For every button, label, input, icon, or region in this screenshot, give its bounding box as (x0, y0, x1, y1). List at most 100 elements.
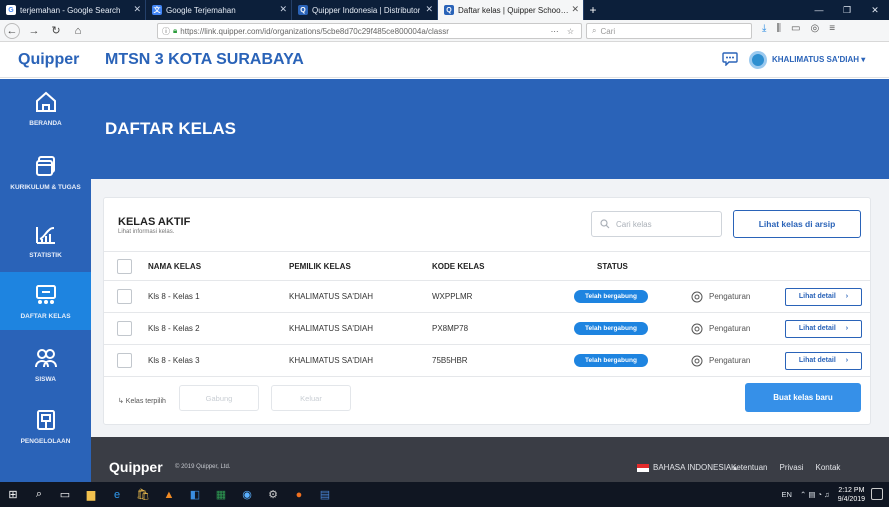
column-header[interactable]: NAMA KELAS (148, 262, 201, 271)
vlc-icon[interactable]: ▲ (156, 482, 182, 507)
sidebar-toggle-icon[interactable]: ▭ (791, 23, 800, 34)
view-archive-button[interactable]: Lihat kelas di arsip (733, 210, 861, 238)
settings-link[interactable]: Pengaturan (691, 355, 750, 367)
excel-icon[interactable]: ▦ (208, 482, 234, 507)
row-checkbox[interactable] (117, 353, 132, 368)
close-window-icon[interactable]: ✕ (861, 0, 889, 20)
minimize-icon[interactable]: — (805, 0, 833, 20)
class-code: 75B5HBR (432, 356, 468, 365)
task-view-icon[interactable]: ▭ (52, 482, 78, 507)
view-detail-button[interactable]: Lihat detail › (785, 351, 862, 370)
sidebar-item-kurikulum[interactable]: KURIKULUM & TUGAS (0, 143, 91, 201)
browser-tab-active[interactable]: Q Daftar kelas | Quipper School L ✕ (438, 0, 584, 20)
students-icon (34, 348, 57, 367)
back-icon[interactable]: ← (4, 22, 20, 39)
selected-classes-label: ↳ Kelas terpilih (118, 398, 166, 405)
leave-button[interactable]: Keluar (271, 385, 351, 411)
firefox-icon[interactable]: ● (286, 482, 312, 507)
page-footer: Quipper © 2019 Quipper, Ltd. BAHASA INDO… (91, 437, 889, 482)
quipper-logo[interactable]: Quipper (18, 51, 79, 69)
library-icon[interactable]: ⫼ (776, 23, 781, 34)
management-icon (36, 409, 55, 430)
browser-tab[interactable]: 文 Google Terjemahan ✕ (146, 0, 292, 20)
extension-icon[interactable]: ◎ (810, 23, 819, 34)
info-icon[interactable]: ⓘ (162, 26, 170, 37)
page-title: DAFTAR KELAS (105, 119, 236, 138)
url-bar[interactable]: ⓘ 🔒︎ https://link.quipper.com/id/organiz… (157, 23, 582, 39)
sidebar-item-pengelolaan[interactable]: PENGELOLAAN (0, 397, 91, 455)
language-selector[interactable]: BAHASA INDONESIA ▴ (637, 463, 737, 472)
close-tab-icon[interactable]: ✕ (425, 4, 433, 15)
class-name: Kls 8 - Kelas 1 (148, 292, 200, 301)
download-icon[interactable]: ⤓ (762, 23, 766, 34)
menu-icon[interactable]: ≡ (829, 23, 835, 34)
settings-link[interactable]: Pengaturan (691, 291, 750, 303)
terms-link[interactable]: Ketentuan (731, 463, 767, 472)
store-icon[interactable]: 🛍︎ (130, 482, 156, 507)
keyboard-language[interactable]: EN (782, 490, 792, 499)
class-owner: KHALIMATUS SA'DIAH (289, 292, 374, 301)
column-header[interactable]: KODE KELAS (432, 262, 484, 271)
row-checkbox[interactable] (117, 289, 132, 304)
media-icon[interactable]: ◧ (182, 482, 208, 507)
page-actions-icon[interactable]: ⋯ ☆ (551, 27, 577, 36)
join-button[interactable]: Gabung (179, 385, 259, 411)
maximize-icon[interactable]: ❐ (833, 0, 861, 20)
notification-icon[interactable] (871, 488, 883, 500)
settings-app-icon[interactable]: ⚙ (260, 482, 286, 507)
chevron-right-icon: › (845, 293, 849, 300)
file-explorer-icon[interactable]: ▆ (78, 482, 104, 507)
new-tab-button[interactable]: + (584, 0, 602, 20)
avatar[interactable] (749, 51, 767, 69)
sidebar-item-daftar-kelas[interactable]: DAFTAR KELAS (0, 272, 91, 330)
forward-icon[interactable]: → (26, 23, 42, 39)
browser-tab[interactable]: G terjemahan - Google Search ✕ (0, 0, 146, 20)
edge-icon[interactable]: e (104, 482, 130, 507)
sidebar-item-label: SISWA (35, 375, 56, 383)
chrome-icon[interactable]: ◉ (234, 482, 260, 507)
create-class-button[interactable]: Buat kelas baru (745, 383, 861, 412)
sidebar-item-label: KURIKULUM & TUGAS (10, 183, 81, 191)
browser-search-input[interactable]: ⌕ Cari (586, 23, 752, 39)
contact-link[interactable]: Kontak (816, 463, 841, 472)
close-tab-icon[interactable]: ✕ (133, 4, 141, 15)
clock[interactable]: 2:12 PM 9/4/2019 (838, 486, 865, 504)
word-icon[interactable]: ▤ (312, 482, 338, 507)
active-classes-card: KELAS AKTIF Lihat informasi kelas. Cari … (103, 197, 871, 425)
view-detail-button[interactable]: Lihat detail › (785, 319, 862, 338)
curriculum-icon (35, 155, 55, 176)
sidebar-item-siswa[interactable]: SISWA (0, 335, 91, 393)
quipper-icon: Q (444, 5, 454, 15)
user-menu[interactable]: KHALIMATUS SA'DIAH ▾ (772, 55, 865, 64)
column-header[interactable]: STATUS (597, 262, 628, 271)
class-name: Kls 8 - Kelas 3 (148, 356, 200, 365)
class-search-input[interactable]: Cari kelas (591, 211, 722, 237)
home-browser-icon[interactable]: ⌂ (70, 23, 86, 39)
settings-link[interactable]: Pengaturan (691, 323, 750, 335)
class-list-icon (35, 284, 56, 304)
language-label: BAHASA INDONESIA ▴ (653, 463, 738, 472)
search-icon[interactable]: ⌕ (26, 482, 52, 507)
tab-label: Google Terjemahan (166, 5, 236, 15)
chevron-right-icon: › (845, 325, 849, 332)
tab-label: Daftar kelas | Quipper School L (458, 5, 569, 15)
close-tab-icon[interactable]: ✕ (571, 4, 579, 15)
windows-start-icon[interactable]: ⊞ (0, 482, 26, 507)
sidebar-item-beranda[interactable]: BERANDA (0, 79, 91, 137)
browser-tab[interactable]: Q Quipper Indonesia | Distributor ✕ (292, 0, 438, 20)
row-checkbox[interactable] (117, 321, 132, 336)
sidebar-item-label: BERANDA (29, 119, 62, 127)
chat-icon[interactable] (722, 52, 738, 66)
sidebar-item-statistik[interactable]: STATISTIK (0, 211, 91, 269)
view-detail-button[interactable]: Lihat detail › (785, 287, 862, 306)
column-header[interactable]: PEMILIK KELAS (289, 262, 351, 271)
close-tab-icon[interactable]: ✕ (279, 4, 287, 15)
sidebar-item-label: DAFTAR KELAS (20, 312, 71, 320)
privacy-link[interactable]: Privasi (779, 463, 803, 472)
school-name: MTSN 3 KOTA SURABAYA (105, 51, 304, 68)
tray-icons[interactable]: ⌃ ▤ ◔ ♫ (800, 490, 830, 499)
select-all-checkbox[interactable] (117, 258, 132, 274)
reload-icon[interactable]: ↻ (48, 23, 64, 39)
settings-label: Pengaturan (709, 292, 751, 301)
status-badge: Telah bergabung (574, 354, 648, 367)
